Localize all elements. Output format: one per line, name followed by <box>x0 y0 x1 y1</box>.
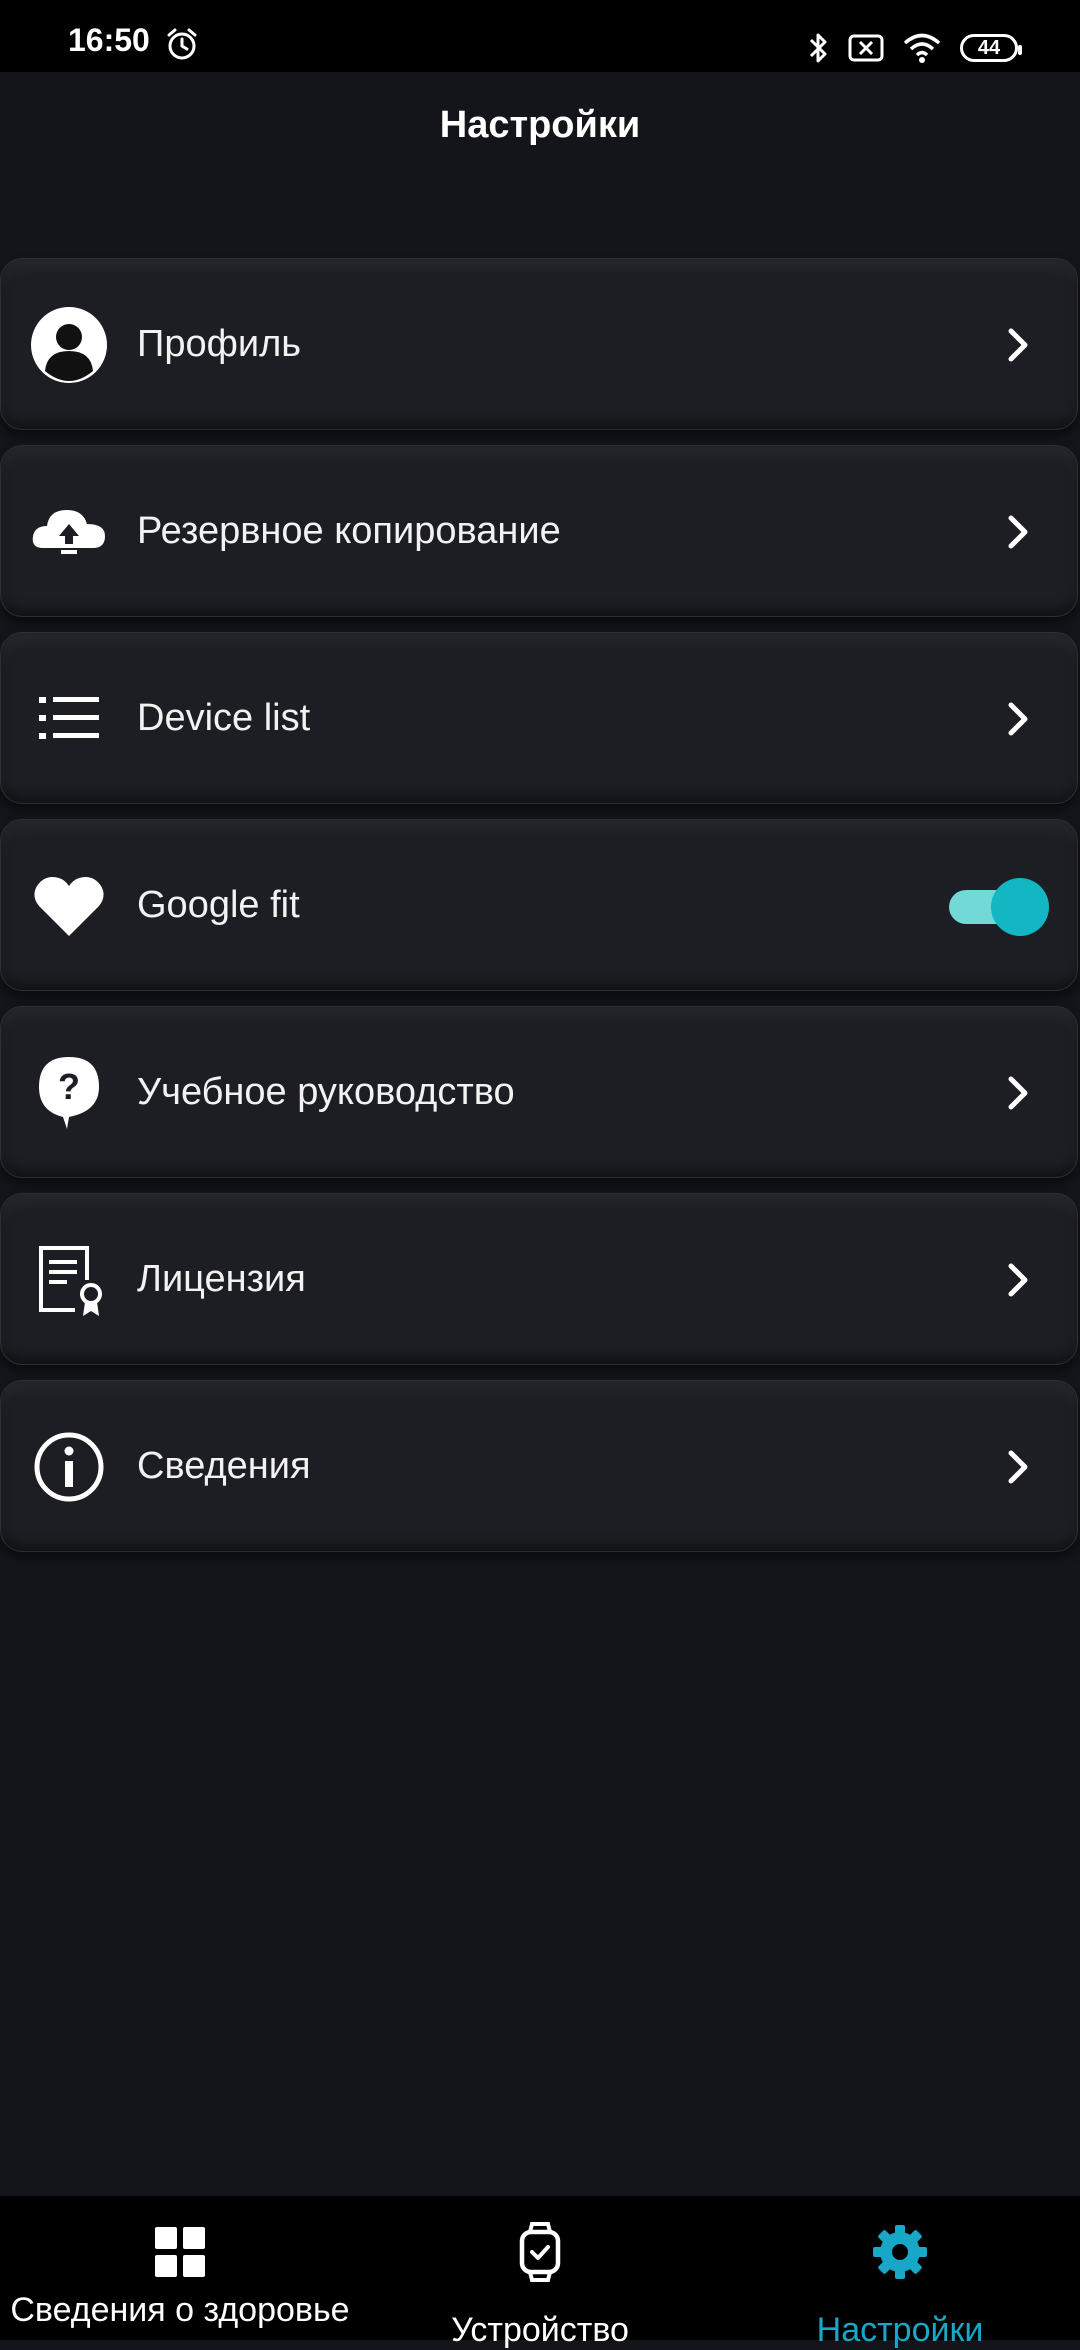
menu-item-label: Профиль <box>137 323 302 365</box>
google-fit-toggle[interactable] <box>949 878 1049 936</box>
bluetooth-icon <box>809 33 827 63</box>
alarm-icon <box>167 28 197 60</box>
menu-item-label: Лицензия <box>137 1258 306 1300</box>
settings-menu: Профиль Резервное копирование Device lis… <box>0 258 1080 1567</box>
menu-item-label: Device list <box>137 697 311 739</box>
nav-health[interactable]: Сведения о здоровье <box>0 2196 360 2340</box>
grid-icon <box>155 2227 205 2277</box>
menu-item-label: Учебное руководство <box>137 1071 515 1113</box>
chevron-right-icon <box>1008 1076 1028 1110</box>
toggle-knob <box>991 878 1049 936</box>
chevron-right-icon <box>1008 328 1028 362</box>
menu-item-license[interactable]: Лицензия <box>0 1193 1078 1365</box>
menu-item-backup[interactable]: Резервное копирование <box>0 445 1078 617</box>
nav-device[interactable]: Устройство <box>360 2196 720 2349</box>
menu-item-label: Google fit <box>137 884 300 926</box>
menu-item-label: Сведения <box>137 1445 311 1487</box>
menu-item-profile[interactable]: Профиль <box>0 258 1078 430</box>
cloud-upload-icon <box>29 492 109 572</box>
menu-item-about[interactable]: Сведения <box>0 1380 1078 1552</box>
nav-settings[interactable]: Настройки <box>720 2196 1080 2349</box>
menu-item-google-fit: Google fit <box>0 819 1078 991</box>
svg-text:?: ? <box>58 1066 80 1107</box>
status-time: 16:50 <box>68 22 150 58</box>
profile-icon <box>29 305 109 385</box>
watch-icon <box>519 2222 561 2282</box>
license-icon <box>29 1240 109 1320</box>
menu-item-label: Резервное копирование <box>137 510 561 552</box>
heart-icon <box>29 866 109 946</box>
nav-label: Настройки <box>816 2311 984 2349</box>
menu-item-tutorial[interactable]: ? Учебное руководство <box>0 1006 1078 1178</box>
list-icon <box>29 679 109 759</box>
battery-indicator: 44 <box>960 34 1022 62</box>
status-bar: 16:50 44 <box>0 0 1080 72</box>
help-icon: ? <box>29 1053 109 1133</box>
sim-off-icon <box>848 34 884 62</box>
nav-label: Сведения о здоровье <box>10 2291 350 2329</box>
menu-item-device-list[interactable]: Device list <box>0 632 1078 804</box>
chevron-right-icon <box>1008 702 1028 736</box>
chevron-right-icon <box>1008 515 1028 549</box>
info-icon <box>29 1427 109 1507</box>
nav-label: Устройство <box>451 2311 629 2349</box>
chevron-right-icon <box>1008 1263 1028 1297</box>
wifi-icon <box>903 33 941 63</box>
bottom-nav: Сведения о здоровье Устройство Настройки <box>0 2196 1080 2349</box>
battery-level: 44 <box>977 36 1001 59</box>
page-title: Настройки <box>439 104 641 146</box>
chevron-right-icon <box>1008 1450 1028 1484</box>
gear-icon <box>873 2225 927 2279</box>
